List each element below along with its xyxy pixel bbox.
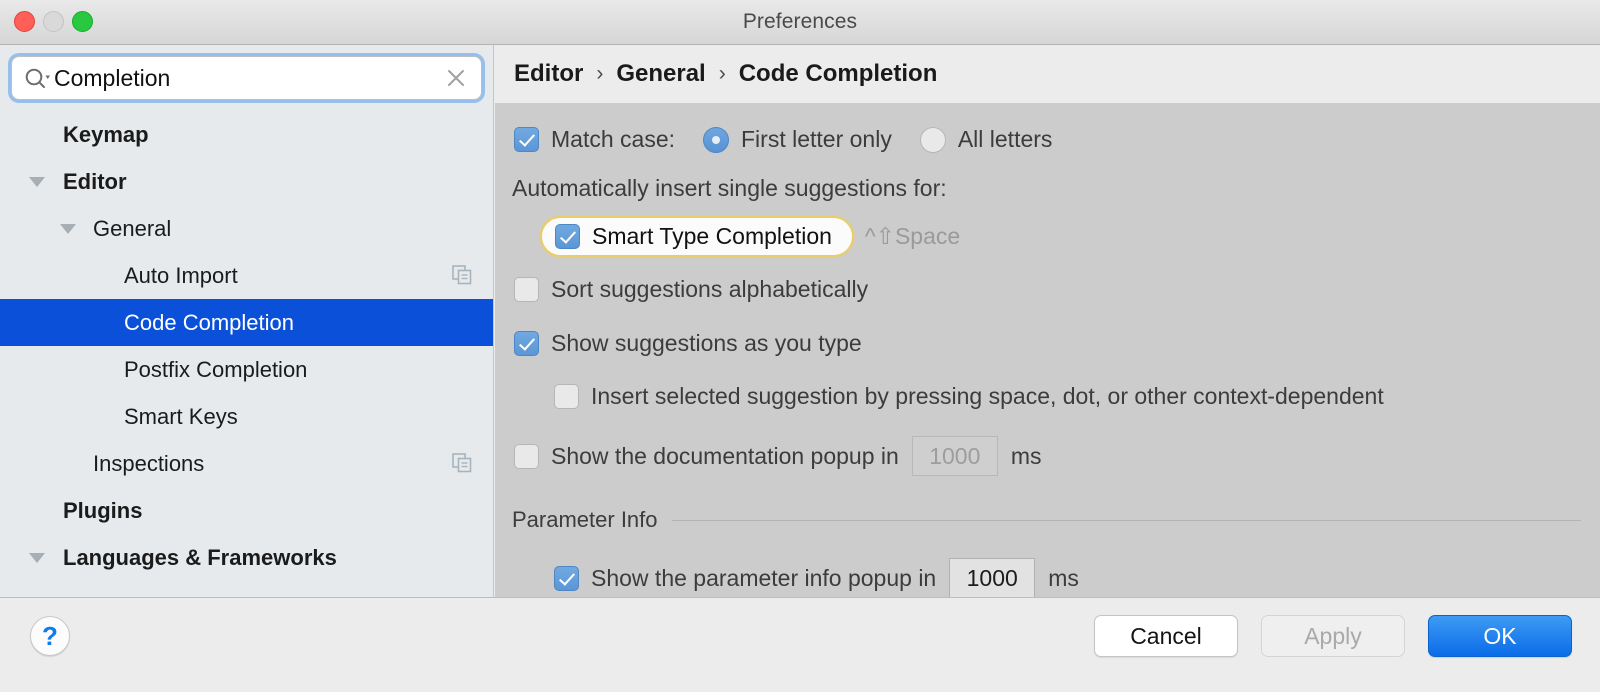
sidebar-item-smart-keys[interactable]: Smart Keys	[0, 393, 493, 440]
sidebar-item-code-completion[interactable]: Code Completion	[0, 299, 493, 346]
sidebar-item-general[interactable]: General	[0, 205, 493, 252]
sort-alphabetically-checkbox[interactable]	[514, 277, 539, 302]
window-title: Preferences	[0, 0, 1600, 44]
smart-type-completion-highlight[interactable]: Smart Type Completion	[540, 216, 854, 257]
breadcrumb-item-general[interactable]: General	[616, 60, 705, 88]
dialog-buttons: Cancel Apply OK	[1094, 615, 1572, 657]
parameter-info-delay-input[interactable]: 1000	[949, 558, 1035, 597]
chevron-down-icon[interactable]	[29, 553, 45, 563]
doc-popup-label: Show the documentation popup in	[551, 443, 899, 470]
breadcrumb-separator-icon: ›	[596, 62, 603, 86]
apply-button[interactable]: Apply	[1261, 615, 1405, 657]
sidebar-item-label: Code Completion	[124, 310, 294, 336]
show-as-you-type-row: Show suggestions as you type	[514, 330, 1600, 357]
smart-type-completion-shortcut: ^⇧Space	[865, 223, 960, 250]
match-case-checkbox[interactable]	[514, 127, 539, 152]
parameter-info-popup-row: Show the parameter info popup in 1000 ms	[554, 558, 1600, 597]
first-letter-only-label: First letter only	[741, 126, 892, 153]
show-as-you-type-label: Show suggestions as you type	[551, 330, 862, 357]
help-button[interactable]: ?	[30, 616, 70, 656]
auto-insert-header: Automatically insert single suggestions …	[512, 175, 947, 202]
parameter-info-units: ms	[1048, 565, 1079, 592]
breadcrumb-item-editor[interactable]: Editor	[514, 60, 583, 88]
search-field[interactable]	[11, 56, 482, 100]
breadcrumb-item-code-completion: Code Completion	[739, 60, 938, 88]
parameter-info-group-header: Parameter Info	[512, 507, 1581, 533]
sidebar-item-label: Keymap	[63, 122, 149, 148]
breadcrumb-separator-icon: ›	[719, 62, 726, 86]
settings-tree: Keymap Editor General Auto Import	[0, 111, 493, 581]
sidebar-item-label: Smart Keys	[124, 404, 238, 430]
sidebar-item-editor[interactable]: Editor	[0, 158, 493, 205]
smart-type-completion-label: Smart Type Completion	[592, 223, 832, 250]
sort-alphabetically-row: Sort suggestions alphabetically	[514, 276, 1600, 303]
chevron-down-icon[interactable]	[29, 177, 45, 187]
sidebar-item-label: Postfix Completion	[124, 357, 307, 383]
all-letters-radio[interactable]	[920, 127, 946, 153]
sort-alphabetically-label: Sort suggestions alphabetically	[551, 276, 868, 303]
chevron-down-icon[interactable]	[60, 224, 76, 234]
doc-popup-row: Show the documentation popup in 1000 ms	[514, 436, 1600, 476]
parameter-info-popup-label: Show the parameter info popup in	[591, 565, 936, 592]
sidebar-item-keymap[interactable]: Keymap	[0, 111, 493, 158]
insert-on-space-label: Insert selected suggestion by pressing s…	[591, 383, 1384, 410]
all-letters-label: All letters	[958, 126, 1053, 153]
settings-content: Match case: First letter only All letter…	[495, 103, 1600, 597]
sidebar-item-label: Plugins	[63, 498, 142, 524]
sidebar-item-inspections[interactable]: Inspections	[0, 440, 493, 487]
first-letter-only-radio[interactable]	[703, 127, 729, 153]
sidebar-item-label: Editor	[63, 169, 127, 195]
breadcrumb: Editor › General › Code Completion	[495, 45, 1600, 103]
smart-type-completion-checkbox[interactable]	[555, 224, 580, 249]
search-input[interactable]	[50, 65, 445, 92]
group-divider	[672, 520, 1581, 521]
insert-on-space-row: Insert selected suggestion by pressing s…	[554, 383, 1600, 410]
sidebar-item-label: Auto Import	[124, 263, 238, 289]
smart-type-completion-row: Smart Type Completion ^⇧Space	[540, 216, 1600, 257]
sidebar-item-label: Languages & Frameworks	[63, 545, 337, 571]
copy-icon[interactable]	[452, 453, 472, 479]
settings-main-panel: Editor › General › Code Completion Match…	[495, 45, 1600, 597]
sidebar-item-postfix-completion[interactable]: Postfix Completion	[0, 346, 493, 393]
settings-sidebar: Keymap Editor General Auto Import	[0, 45, 494, 597]
sidebar-item-languages-frameworks[interactable]: Languages & Frameworks	[0, 534, 493, 581]
sidebar-item-plugins[interactable]: Plugins	[0, 487, 493, 534]
parameter-info-popup-checkbox[interactable]	[554, 566, 579, 591]
dialog-footer: ? Cancel Apply OK	[0, 597, 1600, 692]
search-icon	[24, 67, 50, 89]
copy-icon[interactable]	[452, 265, 472, 291]
insert-on-space-checkbox[interactable]	[554, 384, 579, 409]
auto-insert-header-row: Automatically insert single suggestions …	[512, 175, 1600, 202]
preferences-window: Preferences Keymap	[0, 0, 1600, 692]
doc-popup-units: ms	[1011, 443, 1042, 470]
doc-popup-delay-input[interactable]: 1000	[912, 436, 998, 476]
title-bar: Preferences	[0, 0, 1600, 45]
cancel-button[interactable]: Cancel	[1094, 615, 1238, 657]
match-case-row: Match case: First letter only All letter…	[514, 126, 1600, 153]
clear-icon[interactable]	[445, 67, 467, 89]
ok-button[interactable]: OK	[1428, 615, 1572, 657]
sidebar-item-auto-import[interactable]: Auto Import	[0, 252, 493, 299]
parameter-info-title: Parameter Info	[512, 507, 658, 533]
show-as-you-type-checkbox[interactable]	[514, 331, 539, 356]
sidebar-item-label: Inspections	[93, 451, 204, 477]
doc-popup-checkbox[interactable]	[514, 444, 539, 469]
match-case-label: Match case:	[551, 126, 675, 153]
sidebar-item-label: General	[93, 216, 171, 242]
